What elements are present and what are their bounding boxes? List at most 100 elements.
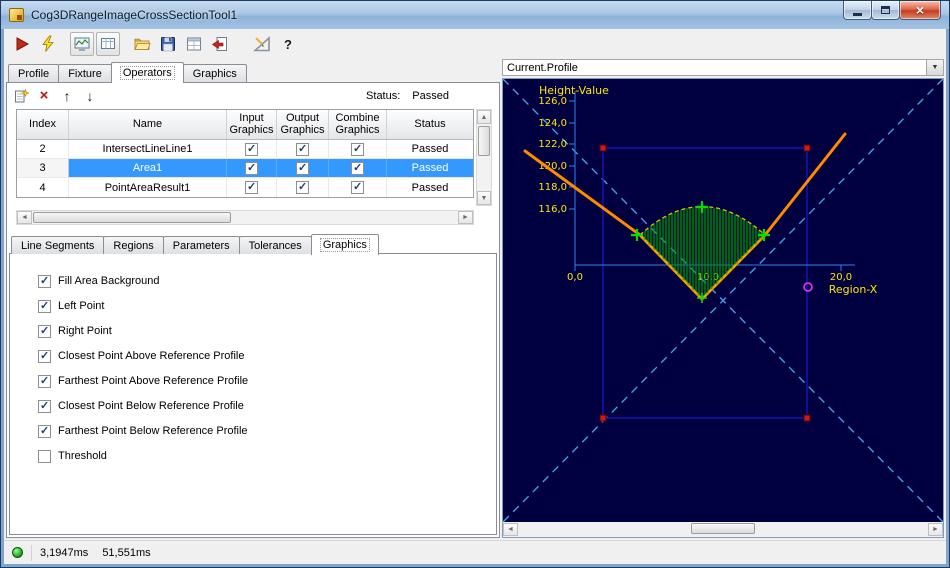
scroll-left-arrow[interactable]: ◄ <box>17 211 32 224</box>
table-row[interactable]: 2 IntersectLineLine1 Passed <box>17 140 473 159</box>
option-fill-area-background[interactable]: Fill Area Background <box>38 274 496 288</box>
combine-graphics-checkbox[interactable] <box>351 161 364 175</box>
scrollbar-thumb[interactable] <box>33 212 231 223</box>
tab-label: Fixture <box>68 67 102 80</box>
tab-graphics-sub[interactable]: Graphics <box>310 234 379 255</box>
cell-index: 4 <box>17 178 69 197</box>
region-handle[interactable] <box>803 414 811 422</box>
status-bar: 3,1947ms 51,551ms <box>4 540 946 564</box>
option-farthest-point-above[interactable]: Farthest Point Above Reference Profile <box>38 374 496 388</box>
option-right-point[interactable]: Right Point <box>38 324 496 338</box>
scroll-left-arrow[interactable]: ◄ <box>503 523 518 536</box>
operator-editor-tabstrip: Line Segments Regions Parameters Toleran… <box>9 233 497 255</box>
region-handle[interactable] <box>803 144 811 152</box>
import-image-button[interactable] <box>208 32 232 56</box>
client-area: ? Profile Fixture Operators Graphics × ↑ <box>4 29 946 564</box>
checkbox-label: Farthest Point Below Reference Profile <box>58 425 248 437</box>
cell-status: Passed <box>411 162 449 174</box>
table-row[interactable]: 4 PointAreaResult1 Passed <box>17 178 473 197</box>
run-button[interactable] <box>10 32 34 56</box>
scrollbar-thumb[interactable] <box>691 523 755 534</box>
option-left-point[interactable]: Left Point <box>38 299 496 313</box>
tab-tolerances[interactable]: Tolerances <box>238 236 312 254</box>
new-item-icon <box>15 88 29 103</box>
add-operator-button[interactable] <box>11 86 31 106</box>
open-file-button[interactable] <box>130 32 154 56</box>
display-toggle-button-a[interactable] <box>70 32 94 56</box>
farthest-point-above-checkbox[interactable] <box>38 374 51 388</box>
table-horizontal-scrollbar[interactable]: ◄ ► <box>16 210 474 225</box>
tool-edit-panel: Profile Fixture Operators Graphics × ↑ ↓… <box>6 61 500 538</box>
plot-horizontal-scrollbar[interactable]: ◄ ► <box>503 522 943 537</box>
scrollbar-thumb[interactable] <box>478 126 490 156</box>
save-file-button[interactable] <box>156 32 180 56</box>
tab-label: Profile <box>18 67 50 80</box>
option-threshold[interactable]: Threshold <box>38 449 496 463</box>
combine-graphics-checkbox[interactable] <box>351 142 364 156</box>
option-farthest-point-below[interactable]: Farthest Point Below Reference Profile <box>38 424 496 438</box>
output-graphics-checkbox[interactable] <box>296 142 309 156</box>
tab-parameters[interactable]: Parameters <box>162 236 240 254</box>
close-button[interactable]: × <box>899 1 941 20</box>
input-graphics-checkbox[interactable] <box>245 181 258 194</box>
output-graphics-checkbox[interactable] <box>296 181 309 194</box>
input-graphics-checkbox[interactable] <box>245 142 258 156</box>
tab-label: Graphics <box>192 67 237 80</box>
minimize-button[interactable] <box>843 1 872 20</box>
tab-line-segments[interactable]: Line Segments <box>11 236 105 254</box>
right-point-checkbox[interactable] <box>38 324 51 338</box>
maximize-button[interactable] <box>871 1 900 20</box>
closest-point-above-checkbox[interactable] <box>38 349 51 363</box>
tab-fixture[interactable]: Fixture <box>58 64 112 82</box>
move-operator-down-button[interactable]: ↓ <box>80 86 100 106</box>
tab-regions[interactable]: Regions <box>103 236 164 254</box>
combine-graphics-checkbox[interactable] <box>351 181 364 194</box>
option-closest-point-below[interactable]: Closest Point Below Reference Profile <box>38 399 496 413</box>
region-handle[interactable] <box>599 144 607 152</box>
combobox-value: Current.Profile <box>507 61 578 74</box>
input-graphics-checkbox[interactable] <box>245 161 258 175</box>
x-axis-title: Region-X <box>829 283 878 296</box>
closest-point-below-checkbox[interactable] <box>38 399 51 413</box>
col-header-index: Index <box>17 110 69 139</box>
area-result-fill <box>639 206 766 300</box>
chevron-down-icon[interactable]: ▼ <box>926 60 943 75</box>
delete-operator-button[interactable]: × <box>34 86 54 106</box>
table-row[interactable]: 3 Area1 Passed <box>17 159 473 178</box>
cell-status: Passed <box>411 181 449 194</box>
cell-name: PointAreaResult1 <box>69 178 227 197</box>
fill-area-background-checkbox[interactable] <box>38 274 51 288</box>
import-arrow-icon <box>211 37 227 51</box>
checkbox-label: Closest Point Above Reference Profile <box>58 350 245 362</box>
display-toggle-button-b[interactable] <box>96 32 120 56</box>
move-operator-up-button[interactable]: ↑ <box>57 86 77 106</box>
option-closest-point-above[interactable]: Closest Point Above Reference Profile <box>38 349 496 363</box>
region-handle[interactable] <box>599 414 607 422</box>
measure-button[interactable] <box>250 32 274 56</box>
scroll-right-arrow[interactable]: ► <box>928 523 943 536</box>
scroll-down-arrow[interactable]: ▼ <box>477 191 491 205</box>
tab-profile[interactable]: Profile <box>8 64 60 82</box>
left-point-checkbox[interactable] <box>38 299 51 313</box>
scrollbar-track[interactable] <box>518 522 928 537</box>
output-graphics-checkbox[interactable] <box>296 161 309 175</box>
scroll-up-arrow[interactable]: ▲ <box>477 110 491 124</box>
farthest-point-below-checkbox[interactable] <box>38 424 51 438</box>
tab-graphics[interactable]: Graphics <box>182 64 247 82</box>
image-selector-combobox[interactable]: Current.Profile ▼ <box>502 59 944 76</box>
set-square-icon <box>253 36 270 52</box>
run-continuous-button[interactable] <box>36 32 60 56</box>
threshold-checkbox[interactable] <box>38 449 51 463</box>
tab-operators[interactable]: Operators <box>110 62 184 83</box>
titlebar[interactable]: Cog3DRangeImageCrossSectionTool1 × <box>1 1 949 29</box>
table-vertical-scrollbar[interactable]: ▲ ▼ <box>476 109 492 206</box>
operators-toolbar: × ↑ ↓ Status: Passed <box>11 85 495 107</box>
y-tick-label: 122,0 <box>538 139 567 150</box>
run-icon <box>16 37 30 51</box>
cell-name: Area1 <box>69 159 227 177</box>
scroll-right-arrow[interactable]: ► <box>458 211 473 224</box>
profile-plot[interactable]: Height-Value 126,0 124,0 122,0 120,0 118… <box>503 79 943 522</box>
copy-results-button[interactable] <box>182 32 206 56</box>
profile-display: Height-Value 126,0 124,0 122,0 120,0 118… <box>502 78 944 538</box>
help-button[interactable]: ? <box>276 32 300 56</box>
